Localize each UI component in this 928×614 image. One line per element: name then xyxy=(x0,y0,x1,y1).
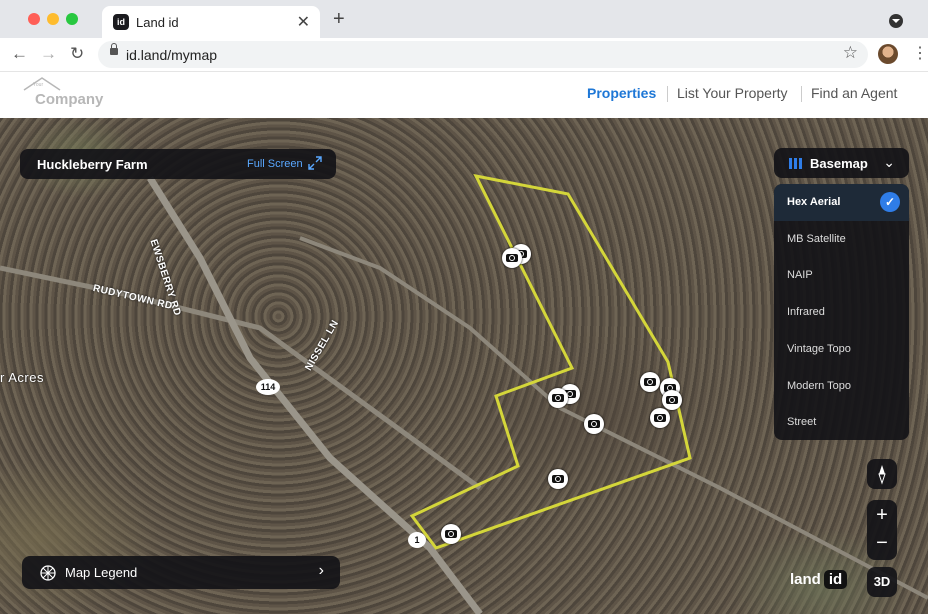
photo-marker[interactable] xyxy=(662,390,682,410)
layers-icon xyxy=(789,158,802,169)
photo-marker[interactable] xyxy=(640,372,660,392)
company-logo[interactable]: Your Company xyxy=(22,76,112,112)
zoom-in-button[interactable]: + xyxy=(867,500,897,530)
profile-avatar[interactable] xyxy=(878,44,898,64)
chevron-down-icon: ⌄ xyxy=(883,154,895,170)
zoom-out-button[interactable]: − xyxy=(867,528,897,558)
map-legend-label: Map Legend xyxy=(65,565,138,580)
zoom-controls: + − xyxy=(867,500,897,560)
map-canvas[interactable]: EWSBERRY RD RUDYTOWN RD NISSEL LN r Acre… xyxy=(0,118,928,614)
tab-title: Land id xyxy=(136,15,179,30)
brand-text: land xyxy=(790,571,821,588)
photo-marker[interactable] xyxy=(548,388,568,408)
minimize-window-button[interactable] xyxy=(47,13,59,25)
basemap-option-vintage-topo[interactable]: Vintage Topo xyxy=(774,331,909,368)
basemap-option-label: Vintage Topo xyxy=(787,343,851,355)
property-title-bar: Huckleberry Farm Full Screen xyxy=(20,149,336,179)
basemap-option-infrared[interactable]: Infrared xyxy=(774,294,909,331)
check-icon: ✓ xyxy=(880,192,900,212)
browser-toolbar: ← → ↻ id.land/mymap ☆ xyxy=(0,38,928,72)
brand-id: id xyxy=(823,570,848,589)
tab-search-icon[interactable] xyxy=(889,14,903,28)
lock-icon xyxy=(110,43,118,55)
chevron-right-icon: › xyxy=(318,562,324,579)
basemap-option-label: Hex Aerial xyxy=(787,196,841,208)
property-boundary xyxy=(409,173,692,550)
landid-watermark: land id xyxy=(790,570,848,589)
route-shield-114-b: 1 xyxy=(408,532,426,548)
basemap-option-mb-satellite[interactable]: MB Satellite xyxy=(774,221,909,258)
basemap-option-label: Infrared xyxy=(787,306,825,318)
basemap-option-naip[interactable]: NAIP xyxy=(774,257,909,294)
legend-icon xyxy=(40,565,56,581)
basemap-dropdown[interactable]: Basemap ⌄ xyxy=(774,148,909,178)
logo-tagline: Your xyxy=(33,82,44,88)
browser-menu-icon[interactable]: ⋮ xyxy=(912,44,928,64)
basemap-option-label: Street xyxy=(787,416,817,428)
back-icon[interactable]: ← xyxy=(11,44,28,64)
nav-list-your-property[interactable]: List Your Property xyxy=(677,85,788,101)
photo-marker[interactable] xyxy=(502,248,522,268)
photo-marker[interactable] xyxy=(548,469,568,489)
forward-icon[interactable]: → xyxy=(40,44,57,64)
basemap-option-label: MB Satellite xyxy=(787,233,846,245)
route-shield-114: 114 xyxy=(256,379,280,395)
nav-divider xyxy=(801,86,802,102)
basemap-label: Basemap xyxy=(810,156,868,171)
close-window-button[interactable] xyxy=(28,13,40,25)
basemap-option-label: NAIP xyxy=(787,269,813,281)
close-tab-icon[interactable]: ✕ xyxy=(297,12,310,32)
logo-text: Company xyxy=(35,91,104,108)
place-label-acres: r Acres xyxy=(0,370,44,385)
address-bar[interactable]: id.land/mymap ☆ xyxy=(98,41,868,68)
view-3d-button[interactable]: 3D xyxy=(867,567,897,597)
basemap-menu: Hex Aerial ✓ MB Satellite NAIP Infrared … xyxy=(774,184,909,440)
bookmark-star-icon[interactable]: ☆ xyxy=(843,43,858,63)
expand-icon[interactable] xyxy=(308,156,322,170)
browser-tab-strip: id Land id ✕ + xyxy=(0,0,928,38)
reload-icon[interactable]: ↻ xyxy=(70,44,84,64)
road-rudytown xyxy=(0,265,482,491)
site-header: Your Company Properties List Your Proper… xyxy=(0,72,928,118)
nav-divider xyxy=(667,86,668,102)
url-text: id.land/mymap xyxy=(126,47,218,63)
browser-tab[interactable]: id Land id ✕ xyxy=(102,6,320,38)
nav-properties[interactable]: Properties xyxy=(587,85,656,101)
nav-find-an-agent[interactable]: Find an Agent xyxy=(811,85,897,101)
photo-marker[interactable] xyxy=(650,408,670,428)
compass-button[interactable] xyxy=(867,459,897,489)
maximize-window-button[interactable] xyxy=(66,13,78,25)
basemap-option-label: Modern Topo xyxy=(787,380,852,392)
photo-marker[interactable] xyxy=(441,524,461,544)
tab-favicon: id xyxy=(113,14,129,30)
photo-marker[interactable] xyxy=(584,414,604,434)
new-tab-icon[interactable]: + xyxy=(333,9,345,29)
full-screen-link[interactable]: Full Screen xyxy=(247,158,303,170)
compass-icon xyxy=(878,465,886,485)
basemap-option-hex-aerial[interactable]: Hex Aerial ✓ xyxy=(774,184,909,221)
basemap-option-modern-topo[interactable]: Modern Topo xyxy=(774,368,909,405)
basemap-option-street[interactable]: Street xyxy=(774,404,909,441)
property-name: Huckleberry Farm xyxy=(37,157,148,172)
map-legend-bar[interactable]: Map Legend › xyxy=(22,556,340,589)
